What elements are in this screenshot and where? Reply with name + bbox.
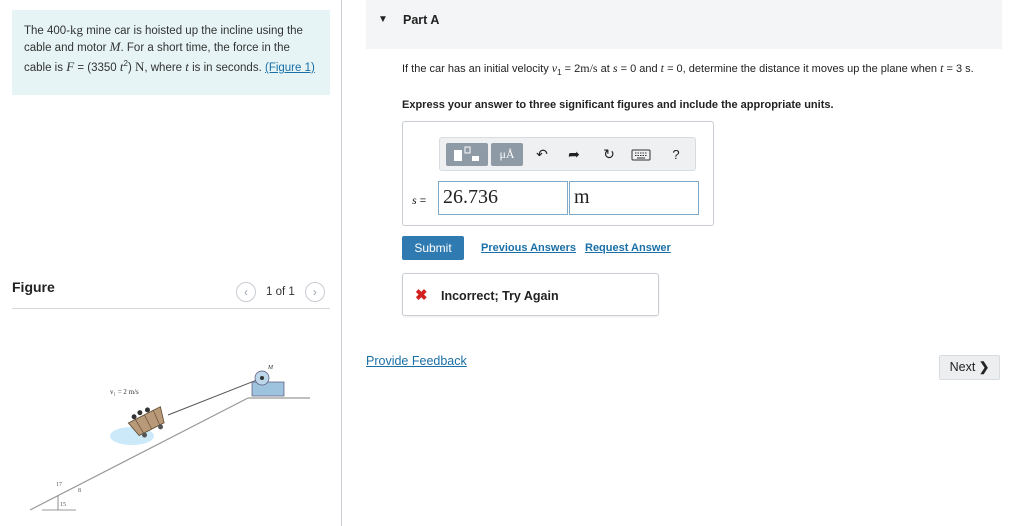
page-indicator: 1 of 1 bbox=[266, 286, 295, 298]
slope-label-15: 15 bbox=[60, 502, 66, 508]
answer-box: μÅ ↶ ➦ ↻ ? s = 26.736 m bbox=[402, 121, 714, 226]
part-title: Part A bbox=[403, 13, 440, 27]
templates-icon bbox=[454, 146, 479, 161]
instruction-text: Express your answer to three significant… bbox=[402, 99, 834, 111]
answer-unit-input[interactable]: m bbox=[569, 181, 699, 215]
motor-label: M bbox=[267, 365, 274, 371]
answer-label: s = bbox=[412, 193, 426, 208]
answer-value-input[interactable]: 26.736 bbox=[438, 181, 568, 215]
x-icon: ✖ bbox=[415, 287, 428, 304]
var-F: F bbox=[66, 58, 75, 74]
chevron-right-icon: ❯ bbox=[978, 360, 990, 374]
redo-icon[interactable]: ➦ bbox=[564, 143, 584, 166]
part-a-header[interactable]: ▼ Part A bbox=[366, 0, 1002, 49]
left-panel: The 400-kg mine car is hoisted up the in… bbox=[0, 0, 342, 526]
var-M: M bbox=[109, 39, 121, 54]
chevron-right-icon[interactable]: › bbox=[304, 282, 325, 302]
mine-car-figure: 17 8 15 M v₁ = 2 m/s bbox=[30, 365, 310, 511]
provide-feedback-link[interactable]: Provide Feedback bbox=[366, 354, 467, 368]
unit-ms: m/s bbox=[580, 61, 598, 75]
feedback-message: ✖ Incorrect; Try Again bbox=[402, 273, 659, 316]
unit-N: N bbox=[134, 58, 145, 74]
figure-title: Figure bbox=[12, 279, 55, 295]
q-text-4: = 0 and bbox=[617, 63, 661, 75]
answer-eq: = bbox=[416, 195, 427, 207]
figure-pager: ‹ 1 of 1 › bbox=[236, 282, 325, 302]
q-text-1: If the car has an initial velocity bbox=[402, 63, 552, 75]
problem-text-1: The 400- bbox=[24, 25, 71, 37]
reset-icon[interactable]: ↻ bbox=[599, 143, 619, 166]
units-button[interactable]: μÅ bbox=[491, 143, 523, 166]
previous-answers-link[interactable]: Previous Answers bbox=[481, 242, 576, 254]
keyboard-icon[interactable] bbox=[631, 148, 651, 161]
templates-button[interactable] bbox=[446, 143, 488, 166]
help-button[interactable]: ? bbox=[666, 143, 686, 166]
caret-down-icon[interactable]: ▼ bbox=[378, 14, 388, 25]
figure-divider bbox=[12, 308, 330, 309]
velocity-label: v₁ = 2 m/s bbox=[110, 388, 139, 396]
chevron-left-icon[interactable]: ‹ bbox=[236, 282, 256, 302]
q-text-2: = 2 bbox=[561, 63, 581, 75]
motor-base bbox=[251, 381, 285, 397]
figure-link[interactable]: (Figure 1) bbox=[265, 62, 315, 74]
slope-label-8: 8 bbox=[78, 488, 81, 494]
q-text-6: = 3 bbox=[943, 63, 966, 75]
next-label: Next bbox=[949, 360, 976, 374]
problem-text-5: ) bbox=[127, 61, 135, 74]
math-toolbar: μÅ ↶ ➦ ↻ ? bbox=[439, 137, 696, 171]
submit-button[interactable]: Submit bbox=[402, 236, 464, 260]
feedback-text: Incorrect; Try Again bbox=[441, 289, 559, 303]
slope-label-17: 17 bbox=[56, 482, 62, 488]
q-text-5: = 0, determine the distance it moves up … bbox=[664, 63, 941, 75]
q-text-3: at bbox=[597, 63, 613, 75]
problem-text-7: is in seconds. bbox=[188, 61, 265, 74]
q-text-7: . bbox=[970, 63, 974, 75]
unit-kg: kg bbox=[70, 22, 84, 37]
undo-icon[interactable]: ↶ bbox=[532, 143, 552, 166]
problem-text-4: = (3350 bbox=[74, 61, 120, 74]
question-text: If the car has an initial velocity v1 = … bbox=[402, 62, 992, 79]
problem-text-6: , where bbox=[144, 61, 186, 74]
next-button[interactable]: Next ❯ bbox=[939, 355, 1000, 380]
problem-statement: The 400-kg mine car is hoisted up the in… bbox=[12, 10, 330, 95]
request-answer-link[interactable]: Request Answer bbox=[585, 242, 671, 254]
